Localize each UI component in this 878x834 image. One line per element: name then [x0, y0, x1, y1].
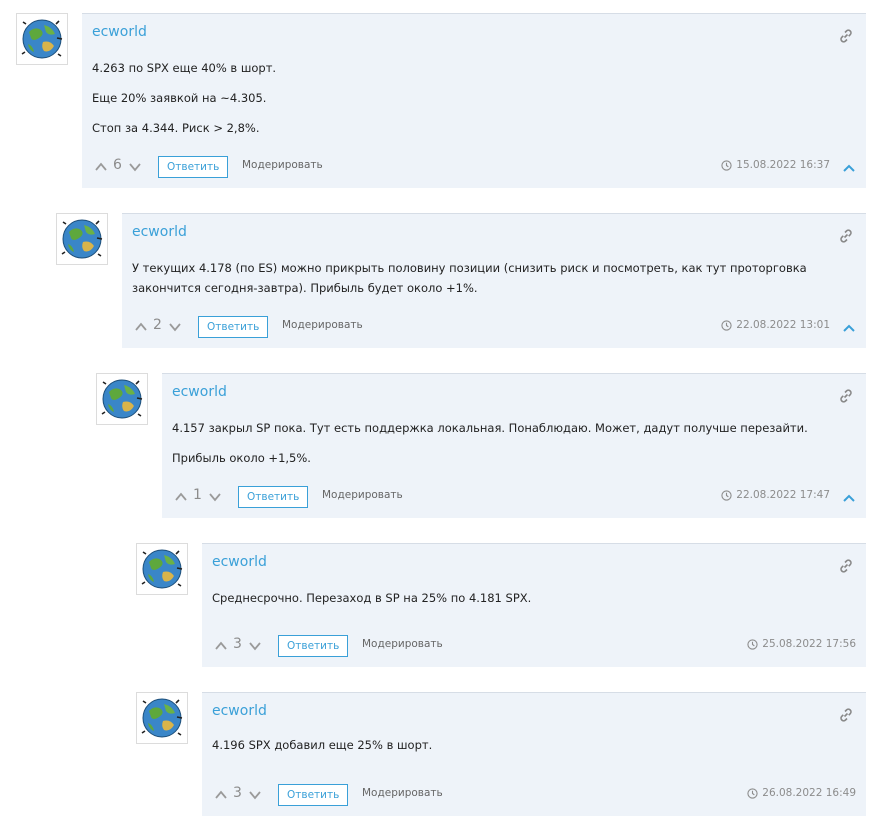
comment-timestamp: 15.08.2022 16:37 [721, 159, 830, 171]
clock-icon [721, 489, 732, 501]
comment-timestamp: 22.08.2022 17:47 [721, 489, 830, 501]
comment-paragraph: У текущих 4.178 (по ES) можно прикрыть п… [132, 261, 807, 295]
comment-author[interactable]: ecworld [132, 224, 187, 240]
comment-card: ecworld Среднесрочно. Перезаход в SP на … [202, 543, 866, 667]
comment-author[interactable]: ecworld [212, 554, 267, 570]
downvote-chevron-down-icon[interactable] [168, 319, 182, 333]
comment-actions: 1 Ответить Модерировать 22.08.2022 17:47 [172, 486, 856, 510]
upvote-chevron-up-icon[interactable] [174, 489, 188, 503]
avatar[interactable] [136, 543, 188, 595]
moderate-link[interactable]: Модерировать [282, 319, 363, 331]
comment-paragraph: Стоп за 4.344. Риск > 2,8%. [92, 121, 260, 135]
comment-body: 4.263 по SPX еще 40% в шорт. Еще 20% заяв… [92, 58, 852, 148]
avatar[interactable] [136, 692, 188, 744]
permalink-icon[interactable] [838, 558, 854, 574]
comment-body: 4.157 закрыл SP пока. Тут есть поддержка… [172, 418, 852, 478]
comment-date: 15.08.2022 16:37 [736, 159, 830, 171]
comment-date: 22.08.2022 17:47 [736, 489, 830, 501]
comment-actions: 6 Ответить Модерировать 15.08.2022 16:37 [92, 156, 856, 180]
vote-count: 1 [193, 487, 202, 503]
permalink-icon[interactable] [838, 388, 854, 404]
comment-author[interactable]: ecworld [92, 24, 147, 40]
upvote-chevron-up-icon[interactable] [214, 787, 228, 801]
comment-body: 4.196 SPX добавил еще 25% в шорт. [212, 735, 852, 765]
downvote-chevron-down-icon[interactable] [248, 787, 262, 801]
comment-paragraph: Среднесрочно. Перезаход в SP на 25% по 4… [212, 591, 532, 605]
comment-paragraph: 4.157 закрыл SP пока. Тут есть поддержка… [172, 421, 808, 435]
comment-timestamp: 26.08.2022 16:49 [747, 787, 856, 799]
upvote-chevron-up-icon[interactable] [214, 638, 228, 652]
reply-button[interactable]: Ответить [278, 784, 349, 806]
reply-button[interactable]: Ответить [238, 486, 309, 508]
reply-button[interactable]: Ответить [158, 156, 229, 178]
comment-card: ecworld У текущих 4.178 (по ES) можно пр… [122, 213, 866, 348]
moderate-link[interactable]: Модерировать [322, 489, 403, 501]
comment-card: ecworld 4.157 закрыл SP пока. Тут есть п… [162, 373, 866, 518]
comment-card: ecworld 4.263 по SPX еще 40% в шорт. Еще … [82, 13, 866, 188]
moderate-link[interactable]: Модерировать [362, 787, 443, 799]
downvote-chevron-down-icon[interactable] [128, 159, 142, 173]
clock-icon [747, 787, 758, 799]
comment-timestamp: 22.08.2022 13:01 [721, 319, 830, 331]
clock-icon [721, 159, 732, 171]
vote-count: 2 [153, 317, 162, 333]
permalink-icon[interactable] [838, 228, 854, 244]
moderate-link[interactable]: Модерировать [362, 638, 443, 650]
vote-count: 3 [233, 636, 242, 652]
comment-date: 25.08.2022 17:56 [762, 638, 856, 650]
avatar[interactable] [96, 373, 148, 425]
comment-paragraph: 4.196 SPX добавил еще 25% в шорт. [212, 738, 433, 752]
vote-count: 3 [233, 785, 242, 801]
reply-button[interactable]: Ответить [198, 316, 269, 338]
comment-paragraph: Еще 20% заявкой на ~4.305. [92, 91, 267, 105]
upvote-chevron-up-icon[interactable] [134, 319, 148, 333]
collapse-chevron-up-icon[interactable] [842, 320, 856, 334]
comment-paragraph: Прибыль около +1,5%. [172, 451, 311, 465]
comment-actions: 3 Ответить Модерировать 26.08.2022 16:49 [212, 784, 856, 808]
vote-count: 6 [113, 157, 122, 173]
comment-paragraph: 4.263 по SPX еще 40% в шорт. [92, 61, 277, 75]
downvote-chevron-down-icon[interactable] [208, 489, 222, 503]
comment-author[interactable]: ecworld [212, 703, 267, 719]
comment-timestamp: 25.08.2022 17:56 [747, 638, 856, 650]
clock-icon [747, 638, 758, 650]
downvote-chevron-down-icon[interactable] [248, 638, 262, 652]
comment-date: 22.08.2022 13:01 [736, 319, 830, 331]
upvote-chevron-up-icon[interactable] [94, 159, 108, 173]
comment-body: Среднесрочно. Перезаход в SP на 25% по 4… [212, 588, 852, 618]
permalink-icon[interactable] [838, 28, 854, 44]
comment-card: ecworld 4.196 SPX добавил еще 25% в шорт… [202, 692, 866, 816]
clock-icon [721, 319, 732, 331]
comment-actions: 2 Ответить Модерировать 22.08.2022 13:01 [132, 316, 856, 340]
permalink-icon[interactable] [838, 707, 854, 723]
comment-actions: 3 Ответить Модерировать 25.08.2022 17:56 [212, 635, 856, 659]
collapse-chevron-up-icon[interactable] [842, 490, 856, 504]
comment-author[interactable]: ecworld [172, 384, 227, 400]
avatar[interactable] [16, 13, 68, 65]
comment-date: 26.08.2022 16:49 [762, 787, 856, 799]
moderate-link[interactable]: Модерировать [242, 159, 323, 171]
avatar[interactable] [56, 213, 108, 265]
comment-body: У текущих 4.178 (по ES) можно прикрыть п… [132, 258, 852, 308]
reply-button[interactable]: Ответить [278, 635, 349, 657]
collapse-chevron-up-icon[interactable] [842, 160, 856, 174]
